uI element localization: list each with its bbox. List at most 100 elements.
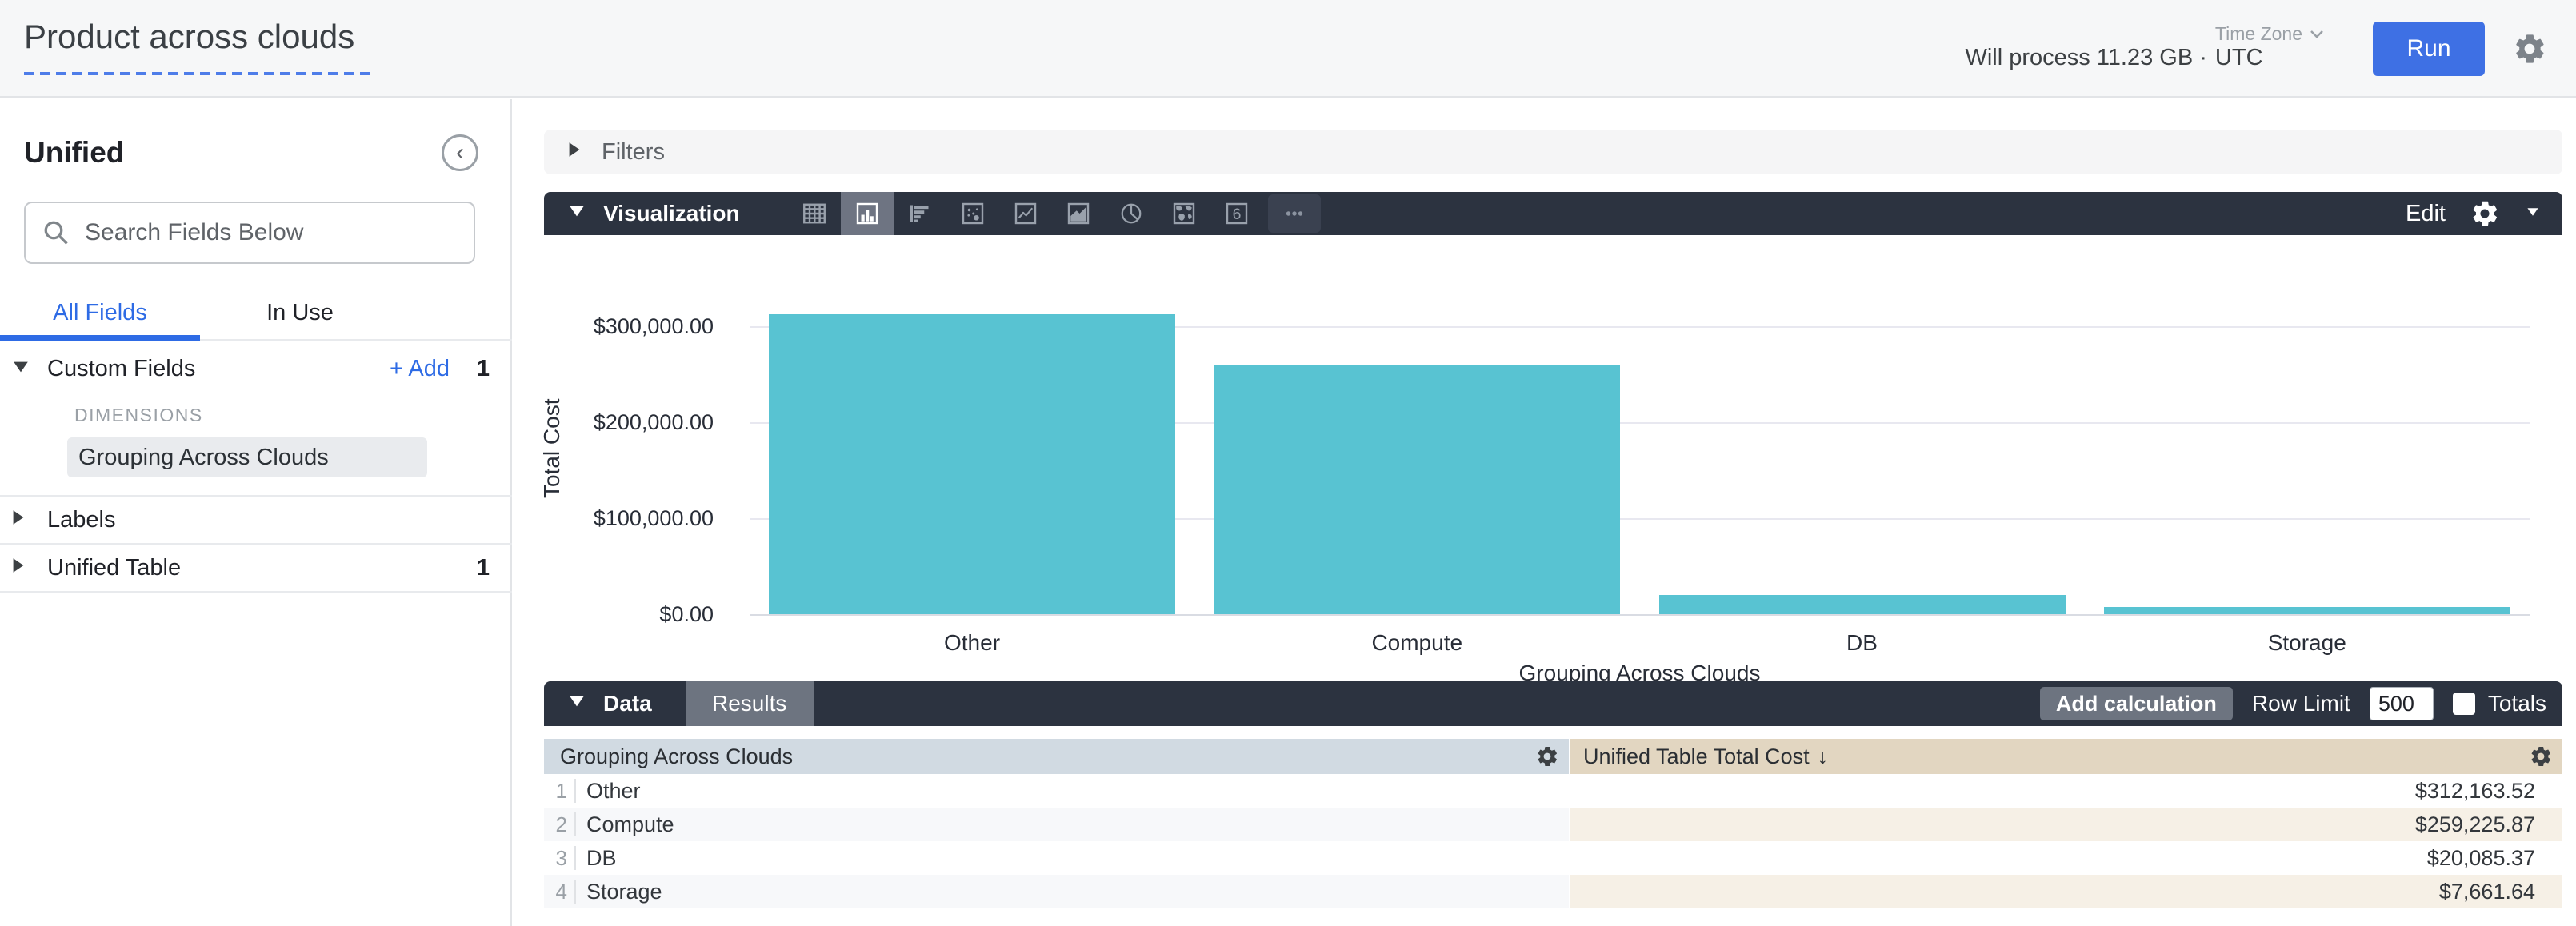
dimension-cell[interactable]: Other (576, 779, 641, 804)
data-actions: Add calculation Row Limit Totals (2040, 687, 2546, 720)
explore-main-panel: Filters Visualization (514, 99, 2576, 926)
collapse-sidebar-icon[interactable]: ‹ (442, 134, 478, 171)
data-section-header: Data Results Add calculation Row Limit T… (544, 681, 2562, 726)
column-chart: Total Cost $0.00$100,000.00$200,000.00$3… (514, 235, 2576, 683)
column-header-grouping-across-clouds[interactable]: Grouping Across Clouds (544, 739, 1569, 774)
viz-type-column-icon[interactable] (841, 192, 894, 235)
caret-down-icon[interactable] (568, 205, 586, 222)
row-limit-label: Row Limit (2252, 691, 2350, 716)
field-grouping-across-clouds[interactable]: Grouping Across Clouds (67, 437, 427, 477)
caret-down-icon[interactable] (2524, 206, 2542, 222)
viz-type-line-icon[interactable] (999, 192, 1052, 235)
chevron-down-icon (2309, 29, 2325, 40)
column-header-unified-table-total-cost[interactable]: Unified Table Total Cost ↓ (1570, 739, 2562, 774)
explore-name: Unified (24, 136, 124, 170)
row-number: 2 (544, 812, 576, 836)
unified-table-count: 1 (477, 555, 490, 581)
page-title[interactable]: Product across clouds (24, 18, 354, 56)
caret-right-icon (12, 509, 36, 531)
filters-section-header[interactable]: Filters (544, 130, 2562, 174)
y-axis-tick-label: $200,000.00 (514, 410, 714, 435)
search-input[interactable] (85, 219, 458, 246)
row-number: 1 (544, 779, 576, 803)
process-size-text: Will process 11.23 GB · (1965, 45, 2206, 74)
tab-in-use[interactable]: In Use (200, 288, 400, 339)
viz-gear-icon[interactable] (2470, 198, 2500, 229)
x-axis-category-label: DB (1640, 630, 2085, 656)
tab-results[interactable]: Results (686, 681, 814, 726)
viz-type-area-icon[interactable] (1052, 192, 1105, 235)
totals-checkbox[interactable] (2453, 693, 2475, 715)
table-row: 2 Compute $259,225.87 (544, 808, 2562, 841)
dimension-cell[interactable]: Compute (576, 812, 674, 837)
explore-gear-icon[interactable] (2512, 31, 2547, 66)
timezone-value: UTC (2215, 45, 2263, 74)
chart-plot-area (750, 281, 2530, 616)
column-gear-icon[interactable] (2529, 744, 2553, 768)
labels-section-header[interactable]: Labels (0, 497, 512, 543)
x-axis-category-label: Compute (1194, 630, 1639, 656)
viz-type-bar-icon[interactable] (894, 192, 946, 235)
top-bar: Product across clouds Will process 11.23… (0, 0, 2576, 98)
topbar-actions: Will process 11.23 GB · Time Zone UTC Ru… (1965, 0, 2547, 98)
row-number: 4 (544, 880, 576, 904)
measure-cell[interactable]: $20,085.37 (1570, 841, 2562, 875)
y-axis-tick-label: $300,000.00 (514, 314, 714, 339)
run-button[interactable]: Run (2373, 22, 2485, 76)
viz-type-single-value-icon[interactable]: 6 (1210, 192, 1263, 235)
search-icon (42, 218, 70, 247)
add-custom-field-link[interactable]: + Add (390, 356, 450, 382)
viz-type-table-icon[interactable] (788, 192, 841, 235)
row-number: 3 (544, 846, 576, 870)
table-header-row: Grouping Across Clouds Unified Table Tot… (544, 739, 2562, 774)
query-process-info: Will process 11.23 GB · Time Zone UTC (1965, 23, 2325, 74)
x-axis-category-label: Other (750, 630, 1194, 656)
title-edit-underline (24, 72, 376, 75)
visualization-title: Visualization (603, 201, 740, 226)
caret-down-icon (12, 360, 36, 378)
dimension-cell[interactable]: Storage (576, 880, 662, 904)
x-axis-category-label: Storage (2085, 630, 2530, 656)
results-table: Grouping Across Clouds Unified Table Tot… (544, 739, 2562, 908)
table-row: 3 DB $20,085.37 (544, 841, 2562, 875)
custom-fields-header[interactable]: Custom Fields + Add 1 (0, 345, 512, 392)
bar-db[interactable] (1659, 595, 2066, 614)
tab-all-fields[interactable]: All Fields (0, 288, 200, 339)
caret-down-icon[interactable] (568, 695, 586, 712)
field-list: Custom Fields + Add 1 DIMENSIONS Groupin… (0, 341, 512, 593)
bar-storage[interactable] (2104, 607, 2510, 614)
viz-edit-button[interactable]: Edit (2406, 201, 2446, 227)
field-tabs: All Fields In Use (0, 288, 512, 341)
column-gear-icon[interactable] (1535, 744, 1559, 768)
viz-type-scatter-icon[interactable] (946, 192, 999, 235)
visualization-section-header: Visualization (544, 192, 2562, 235)
table-row: 4 Storage $7,661.64 (544, 875, 2562, 908)
bar-compute[interactable] (1214, 365, 1620, 614)
unified-table-section-header[interactable]: Unified Table 1 (0, 545, 512, 591)
gridline (750, 614, 2530, 616)
caret-right-icon (12, 557, 36, 579)
measure-cell[interactable]: $7,661.64 (1570, 875, 2562, 908)
dimension-cell[interactable]: DB (576, 846, 617, 871)
custom-fields-section: Custom Fields + Add 1 DIMENSIONS Groupin… (0, 341, 512, 495)
timezone-label: Time Zone (2215, 23, 2302, 45)
measure-cell[interactable]: $259,225.87 (1570, 808, 2562, 841)
field-search-box (24, 202, 475, 264)
field-picker-sidebar: Unified ‹ All Fields In Use Custom Field… (0, 99, 512, 926)
timezone-dropdown[interactable]: Time Zone UTC (2215, 23, 2325, 74)
measure-cell[interactable]: $312,163.52 (1570, 774, 2562, 808)
y-axis-tick-label: $100,000.00 (514, 506, 714, 531)
svg-text:6: 6 (1232, 206, 1241, 223)
dimensions-group-label: DIMENSIONS (74, 405, 512, 426)
divider (0, 591, 512, 593)
add-calculation-button[interactable]: Add calculation (2040, 687, 2233, 720)
viz-type-picker: 6 (788, 192, 1321, 235)
row-limit-input[interactable] (2370, 687, 2434, 720)
viz-type-pie-icon[interactable] (1105, 192, 1158, 235)
sort-desc-icon: ↓ (1818, 744, 1829, 769)
bar-other[interactable] (769, 314, 1175, 614)
custom-fields-count: 1 (477, 356, 490, 382)
viz-type-map-icon[interactable] (1158, 192, 1210, 235)
viz-type-more-icon[interactable] (1268, 194, 1321, 233)
table-row: 1 Other $312,163.52 (544, 774, 2562, 808)
